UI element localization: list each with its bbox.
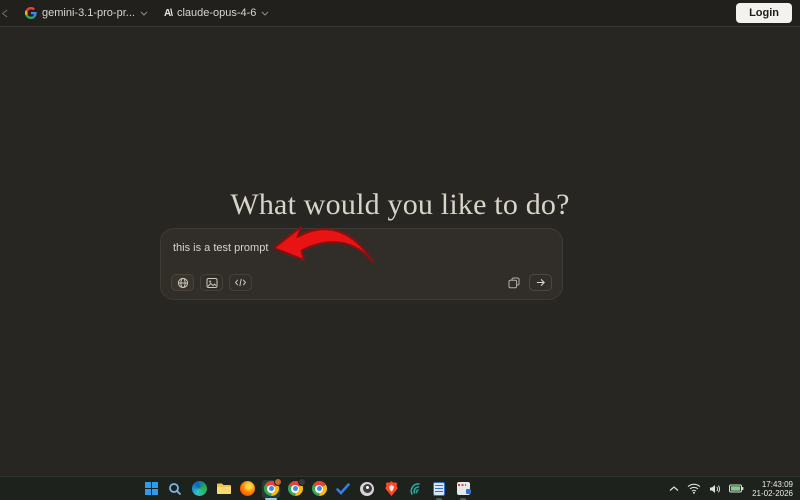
login-button[interactable]: Login (736, 3, 792, 23)
app-topbar: gemini-3.1-pro-pr... A\ claude-opus-4-6 … (0, 0, 800, 27)
chevron-down-icon (140, 11, 148, 16)
windows-taskbar: 17:43:09 21-02-2026 (0, 476, 800, 500)
edge-browser-icon[interactable] (190, 480, 208, 498)
system-tray: 17:43:09 21-02-2026 (669, 480, 800, 498)
submit-arrow-icon (535, 277, 546, 288)
image-icon (206, 277, 218, 289)
chrome-profile-3-icon[interactable] (310, 480, 328, 498)
volume-icon[interactable] (709, 484, 721, 494)
brave-browser-icon[interactable] (382, 480, 400, 498)
sidebar-collapse-icon[interactable] (0, 9, 9, 18)
profile-badge (298, 478, 306, 486)
snipping-tool-icon[interactable] (454, 480, 472, 498)
web-search-button[interactable] (171, 274, 194, 291)
model-selector-label: claude-opus-4-6 (177, 7, 257, 19)
model-selector-gemini[interactable]: gemini-3.1-pro-pr... (25, 7, 148, 19)
taskbar-clock[interactable]: 17:43:09 21-02-2026 (752, 480, 793, 498)
code-icon (234, 278, 247, 287)
prompt-toolbar (171, 274, 252, 291)
prompt-input-value: this is a test prompt (173, 242, 550, 254)
search-icon[interactable] (166, 480, 184, 498)
page-title: What would you like to do? (0, 188, 800, 222)
taskbar-icons (142, 480, 472, 498)
battery-icon[interactable] (729, 484, 744, 493)
chevron-down-icon (261, 11, 269, 16)
model-selector-claude[interactable]: A\ claude-opus-4-6 (164, 7, 270, 19)
globe-icon (177, 277, 189, 289)
checkmark-app-icon[interactable] (334, 480, 352, 498)
chrome-profile-2-icon[interactable] (286, 480, 304, 498)
file-explorer-icon[interactable] (214, 480, 232, 498)
notepad-app-icon[interactable] (430, 480, 448, 498)
tray-chevron-up-icon[interactable] (669, 486, 679, 492)
start-button-icon[interactable] (142, 480, 160, 498)
model-selector-label: gemini-3.1-pro-pr... (42, 7, 135, 19)
attach-image-button[interactable] (200, 274, 223, 291)
wifi-icon[interactable] (687, 483, 701, 494)
picture-in-picture-icon (508, 277, 520, 289)
clock-time: 17:43:09 (752, 480, 793, 489)
code-mode-button[interactable] (229, 274, 252, 291)
google-logo-icon (25, 7, 37, 19)
camera-app-icon[interactable] (358, 480, 376, 498)
prompt-input[interactable]: this is a test prompt (160, 228, 563, 300)
clock-date: 21-02-2026 (752, 489, 793, 498)
firefox-icon[interactable] (238, 480, 256, 498)
submit-button[interactable] (529, 274, 552, 291)
anthropic-logo-icon: A\ (164, 8, 172, 19)
chrome-profile-1-icon[interactable] (262, 480, 280, 498)
spiral-app-icon[interactable] (406, 480, 424, 498)
windows-logo-icon (145, 482, 158, 495)
picture-in-picture-button[interactable] (508, 277, 520, 289)
prompt-actions (508, 274, 552, 291)
profile-badge (274, 478, 282, 486)
